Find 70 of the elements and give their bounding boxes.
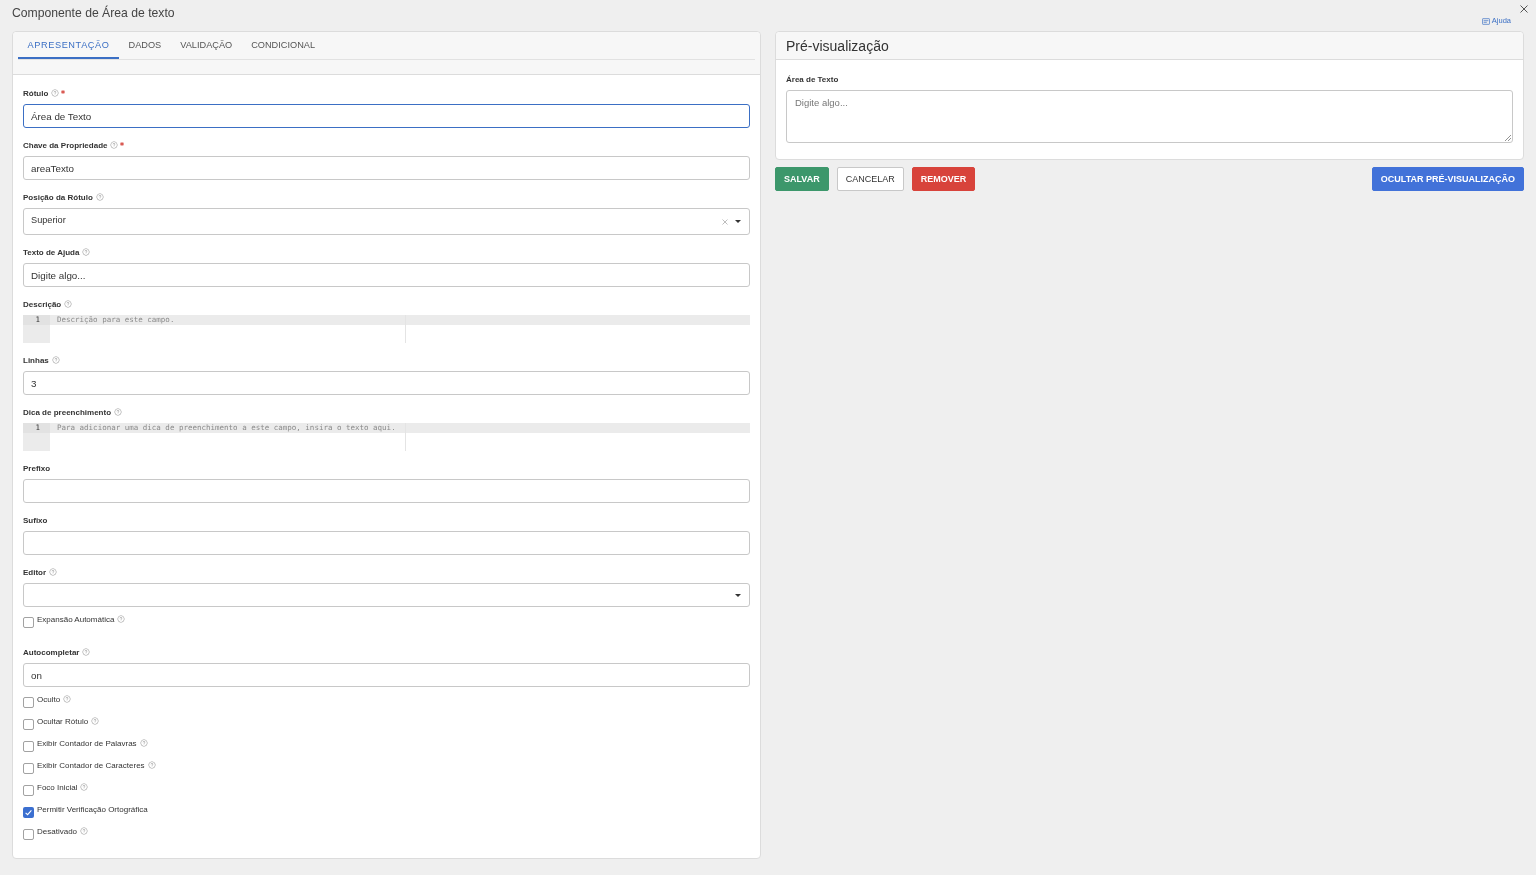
help-icon[interactable] [80, 783, 89, 791]
field-label: Chave da Propriedade [23, 140, 108, 150]
action-button[interactable]: REMOVER [911, 167, 976, 191]
caret-down-icon[interactable] [735, 593, 741, 597]
checkbox[interactable] [23, 617, 34, 628]
caret-down-icon[interactable] [735, 220, 741, 223]
toggle-preview-button[interactable]: OCULTAR PRÉ-VISUALIZAÇÃO [1371, 167, 1524, 191]
action-button[interactable]: CANCELAR [836, 167, 904, 191]
tab[interactable]: APRESENTAÇÃO [18, 32, 120, 59]
checkbox-label: Exibir Contador de Caracteres [37, 760, 145, 770]
help-icon[interactable] [49, 568, 58, 576]
action-button[interactable]: SALVAR [775, 167, 829, 191]
tab[interactable]: VALIDAÇÃO [170, 32, 242, 59]
field-label: Rótulo [23, 88, 49, 98]
help-icon[interactable] [82, 648, 91, 656]
checkbox[interactable] [23, 807, 34, 818]
preview-title: Pré-visualização [786, 37, 889, 54]
help-icon[interactable] [114, 408, 123, 416]
text-input[interactable]: areaTexto [23, 156, 750, 180]
text-input[interactable]: Digite algo... [23, 263, 750, 287]
checkbox[interactable] [23, 741, 34, 752]
select-field[interactable]: Superior [23, 208, 750, 235]
field-label: Área de Texto [786, 74, 840, 86]
field-label: Descrição [23, 299, 62, 309]
checkbox[interactable] [23, 785, 34, 796]
text-input[interactable] [23, 479, 750, 503]
field-label: Prefixo [23, 463, 51, 473]
field-label: Linhas [23, 355, 49, 365]
checkbox-label: Permitir Verificação Ortográfica [37, 804, 148, 814]
checkbox[interactable] [23, 697, 34, 708]
close-icon[interactable] [1520, 5, 1528, 13]
field-label: Texto de Ajuda [23, 247, 80, 257]
help-icon[interactable] [95, 193, 104, 201]
help-icon[interactable] [110, 141, 119, 149]
field-label: Sufixo [23, 515, 48, 525]
field-label: Editor [23, 567, 47, 577]
help-icon[interactable] [91, 717, 100, 725]
help-icon[interactable] [80, 827, 89, 835]
tab[interactable]: DADOS [119, 32, 171, 59]
help-icon[interactable] [147, 761, 156, 769]
resize-handle-icon[interactable] [1504, 134, 1511, 141]
checkbox-label: Ocultar Rótulo [37, 716, 89, 726]
text-input[interactable]: Área de Texto [23, 104, 750, 128]
select-field[interactable] [23, 583, 750, 607]
text-area[interactable]: Digite algo... [786, 90, 1513, 143]
dialog-title: Componente de Área de texto [12, 4, 175, 21]
list-icon [1481, 17, 1490, 25]
text-input[interactable]: 3 [23, 371, 750, 395]
help-icon[interactable] [117, 615, 126, 623]
field-label: Dica de preenchimento [23, 407, 112, 417]
text-input[interactable]: on [23, 663, 750, 687]
field-label: Autocompletar [23, 647, 80, 657]
checkbox-label: Expansão Automática [37, 614, 115, 624]
checkbox-label: Foco Inicial [37, 782, 78, 792]
clear-icon[interactable] [722, 218, 728, 225]
tab[interactable]: CONDICIONAL [241, 32, 325, 59]
checkbox-label: Oculto [37, 694, 61, 704]
checkbox[interactable] [23, 829, 34, 840]
help-icon[interactable] [51, 89, 60, 97]
help-icon[interactable] [139, 739, 148, 747]
help-icon[interactable] [64, 300, 73, 308]
help-icon[interactable] [82, 248, 91, 256]
field-label: Posição da Rótulo [23, 192, 93, 202]
checkbox-label: Exibir Contador de Palavras [37, 738, 137, 748]
checkbox[interactable] [23, 719, 34, 730]
checkbox[interactable] [23, 763, 34, 774]
checkbox-label: Desativado [37, 826, 78, 836]
text-input[interactable] [23, 531, 750, 555]
help-icon[interactable] [63, 695, 72, 703]
help-icon[interactable] [51, 356, 60, 364]
